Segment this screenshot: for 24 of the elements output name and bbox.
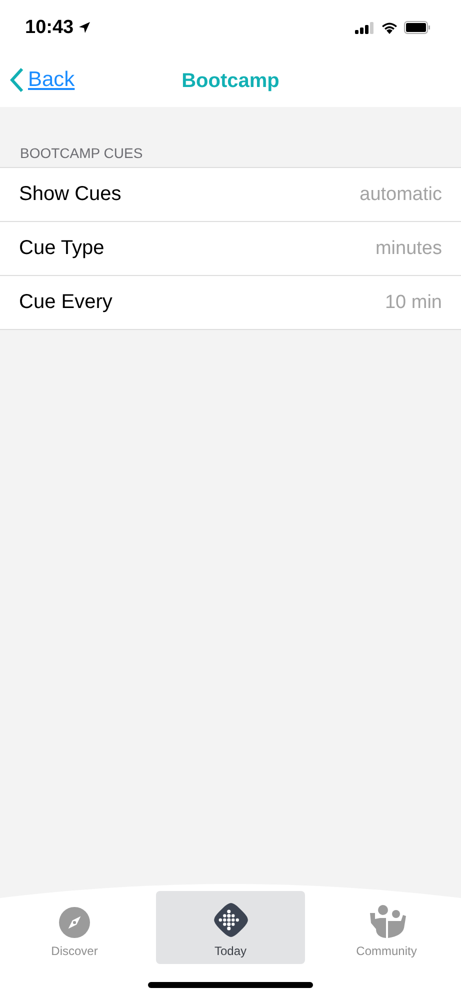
chevron-left-icon xyxy=(10,67,24,93)
screen-title: Bootcamp xyxy=(182,70,280,92)
battery-icon xyxy=(404,21,431,34)
settings-row[interactable]: Cue Every 10 min xyxy=(0,276,461,329)
compass-icon xyxy=(59,907,90,938)
settings-row[interactable]: Show Cues automatic xyxy=(0,168,461,222)
tab-label: Today xyxy=(214,944,247,958)
tab-label: Discover xyxy=(51,944,98,958)
dots-logo-icon xyxy=(212,902,248,938)
status-time: 10:43 xyxy=(25,16,74,38)
row-value: 10 min xyxy=(384,292,442,314)
people-icon xyxy=(368,905,406,938)
location-arrow-icon xyxy=(78,21,91,34)
wifi-icon xyxy=(381,21,398,34)
tab-button[interactable]: Today xyxy=(156,891,305,964)
row-label: Cue Every xyxy=(19,291,112,314)
signal-icon xyxy=(355,22,375,34)
section-header: BOOTCAMP CUES xyxy=(19,144,144,163)
row-value: automatic xyxy=(360,184,442,206)
row-label: Cue Type xyxy=(19,237,104,260)
row-label: Show Cues xyxy=(19,183,122,206)
settings-row[interactable]: Cue Type minutes xyxy=(0,222,461,276)
tab-label: Community xyxy=(356,944,417,958)
row-value: minutes xyxy=(375,238,442,260)
